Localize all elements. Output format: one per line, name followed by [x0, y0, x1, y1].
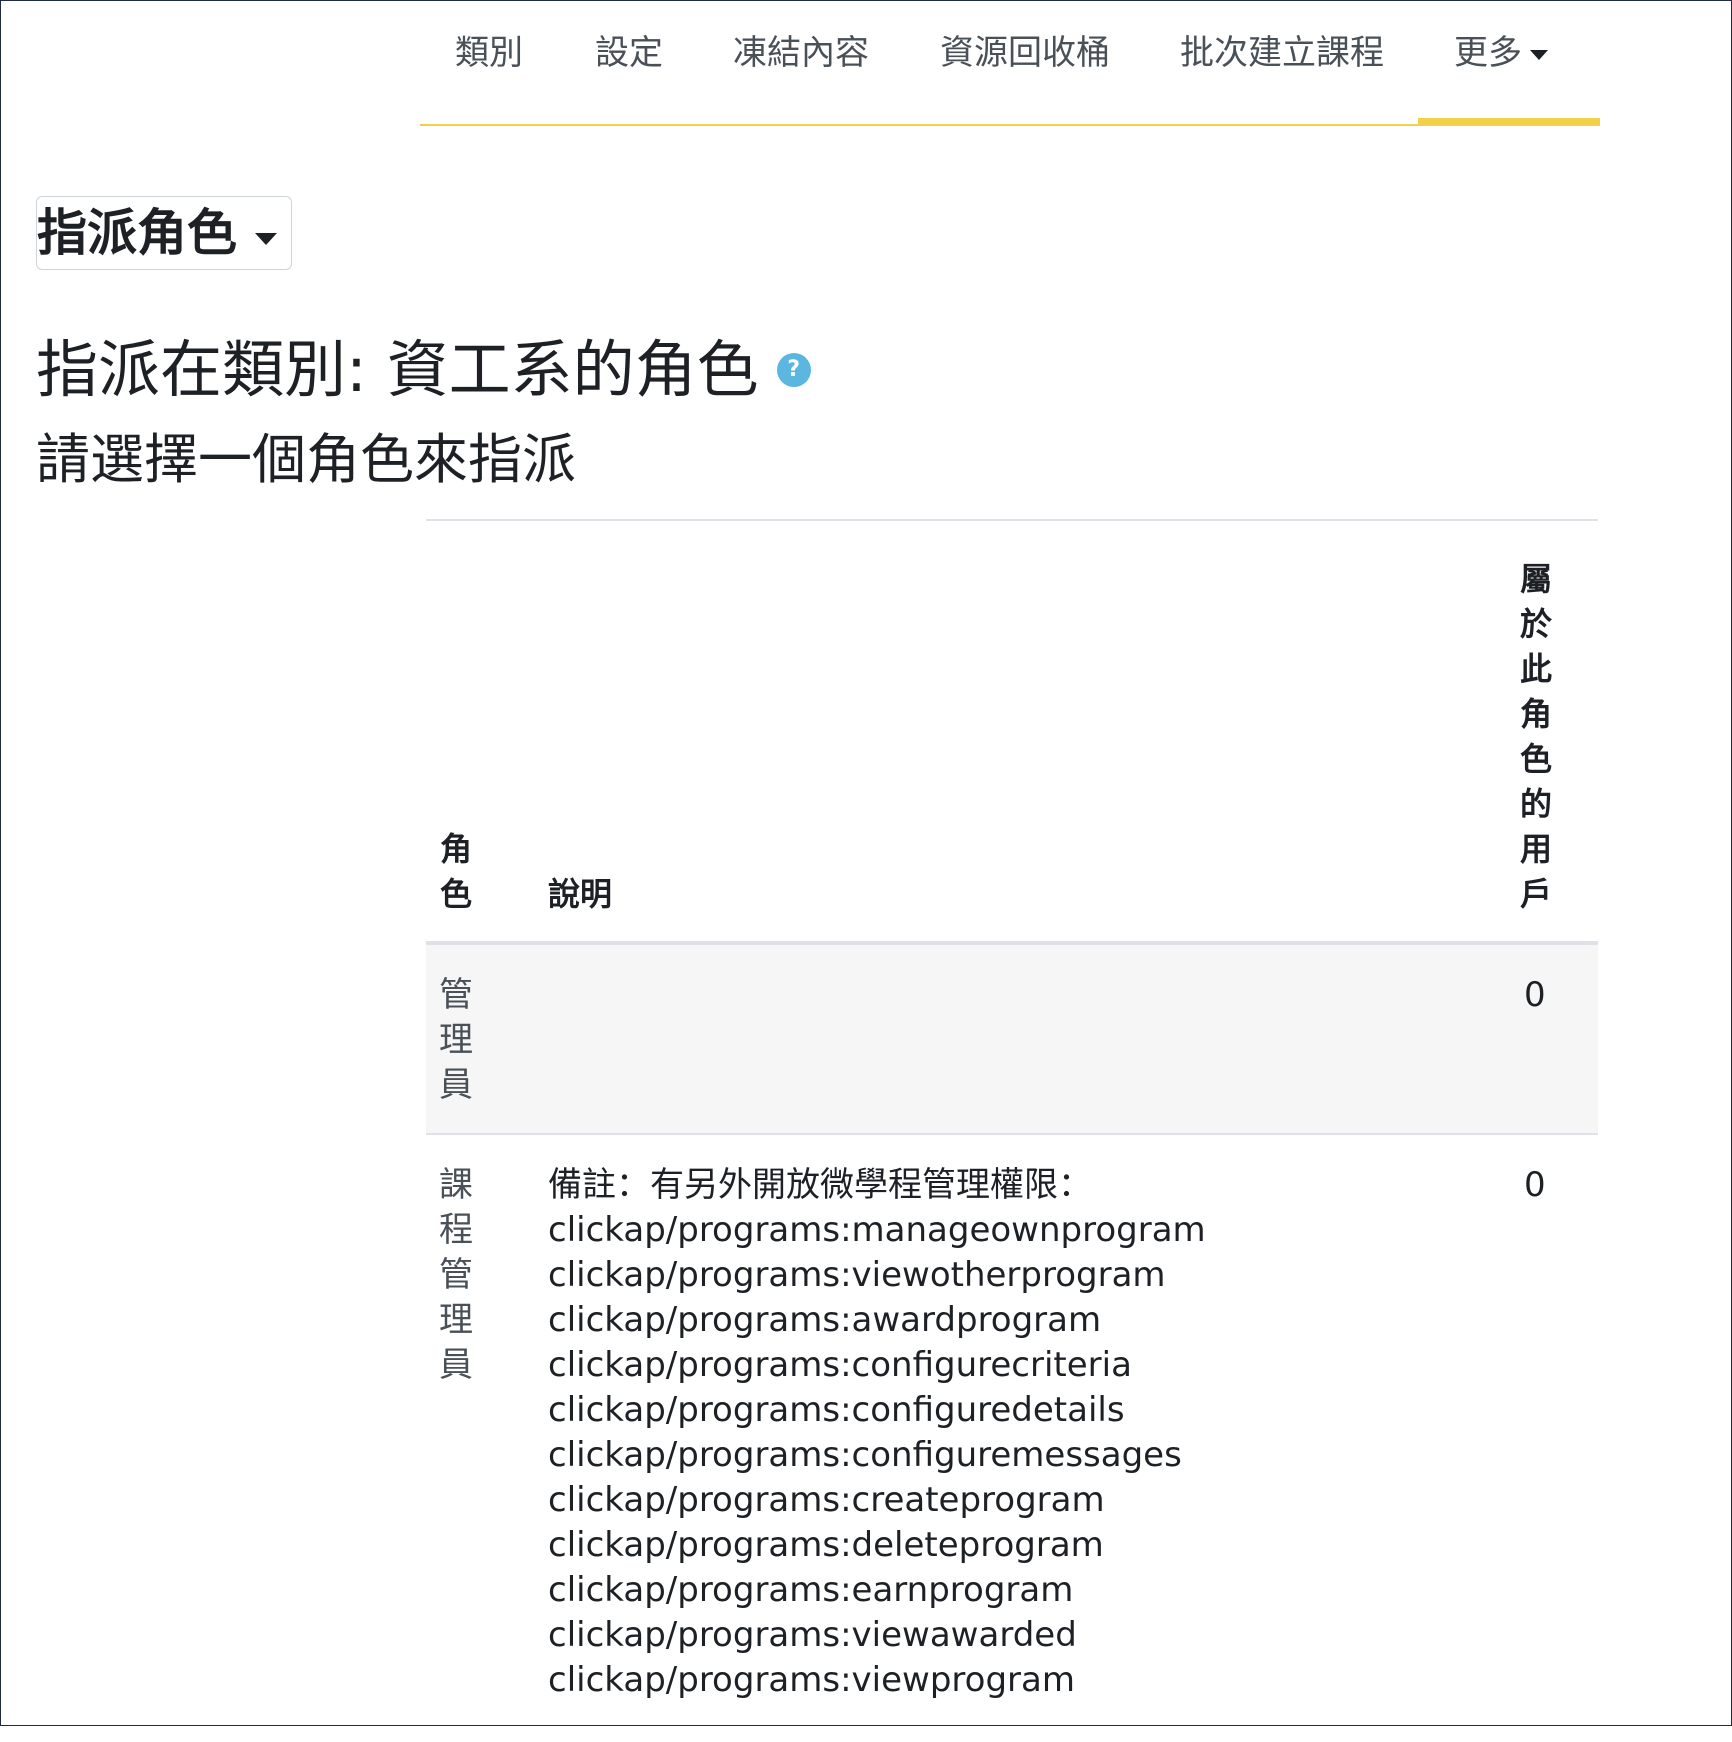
nav-item-bulk-create-courses[interactable]: 批次建立課程	[1180, 28, 1384, 78]
column-header-users: 屬於此角色的用戶	[1519, 560, 1552, 913]
role-link-course-manager[interactable]: 課程管理員	[436, 1163, 476, 1388]
description-line: clickap/programs:deleteprogram	[548, 1525, 1104, 1565]
secondary-navigation: 類別 設定 凍結內容 資源回收桶 批次建立課程 更多	[420, 0, 1600, 126]
nav-item-settings[interactable]: 設定	[595, 28, 663, 78]
description-line: clickap/programs:configuremessages	[548, 1435, 1182, 1475]
page-title-text: 指派在類別: 資工系的角色	[36, 333, 759, 406]
page-selector-dropdown[interactable]: 指派角色	[36, 196, 292, 270]
nav-item-categories[interactable]: 類別	[455, 28, 523, 78]
nav-more-label: 更多	[1454, 33, 1522, 73]
table-row: 管理員 0	[426, 945, 1598, 1135]
nav-item-recycle-bin[interactable]: 資源回收桶	[940, 28, 1110, 78]
column-header-description: 說明	[548, 875, 613, 913]
role-user-count: 0	[1524, 975, 1546, 1015]
table-header: 角色 說明 屬於此角色的用戶	[426, 521, 1598, 945]
description-line: clickap/programs:awardprogram	[548, 1300, 1102, 1340]
column-header-role: 角色	[439, 830, 472, 913]
roles-table: 角色 說明 屬於此角色的用戶 管理員 0 課程管理員 備註：有另外開放微學程管理…	[426, 519, 1598, 1700]
description-line: clickap/programs:viewawarded	[548, 1615, 1077, 1655]
nav-active-indicator	[1418, 118, 1600, 124]
question-icon[interactable]: ?	[776, 352, 811, 387]
role-description: 備註：有另外開放微學程管理權限： clickap/programs:manage…	[548, 1163, 1448, 1703]
description-line: clickap/programs:configuredetails	[548, 1390, 1125, 1430]
role-user-count: 0	[1524, 1165, 1546, 1205]
caret-down-icon	[1530, 49, 1548, 60]
description-line: clickap/programs:viewotherprogram	[548, 1255, 1166, 1295]
description-line: 備註：有另外開放微學程管理權限：	[548, 1165, 1092, 1205]
nav-item-more[interactable]: 更多	[1454, 28, 1548, 78]
page-title: 指派在類別: 資工系的角色?	[36, 330, 811, 410]
description-line: clickap/programs:createprogram	[548, 1480, 1105, 1520]
description-line: clickap/programs:manageownprogram	[548, 1210, 1206, 1250]
table-row: 課程管理員 備註：有另外開放微學程管理權限： clickap/programs:…	[426, 1135, 1598, 1700]
page-selector-label: 指派角色	[37, 204, 237, 262]
caret-down-icon	[255, 233, 277, 245]
description-line: clickap/programs:earnprogram	[548, 1570, 1074, 1610]
page-subtitle: 請選擇一個角色來指派	[36, 428, 576, 491]
role-link-manager[interactable]: 管理員	[436, 973, 476, 1108]
nav-item-freeze-content[interactable]: 凍結內容	[733, 28, 869, 78]
description-line: clickap/programs:configurecriteria	[548, 1345, 1132, 1385]
description-line: clickap/programs:viewprogram	[548, 1660, 1075, 1700]
